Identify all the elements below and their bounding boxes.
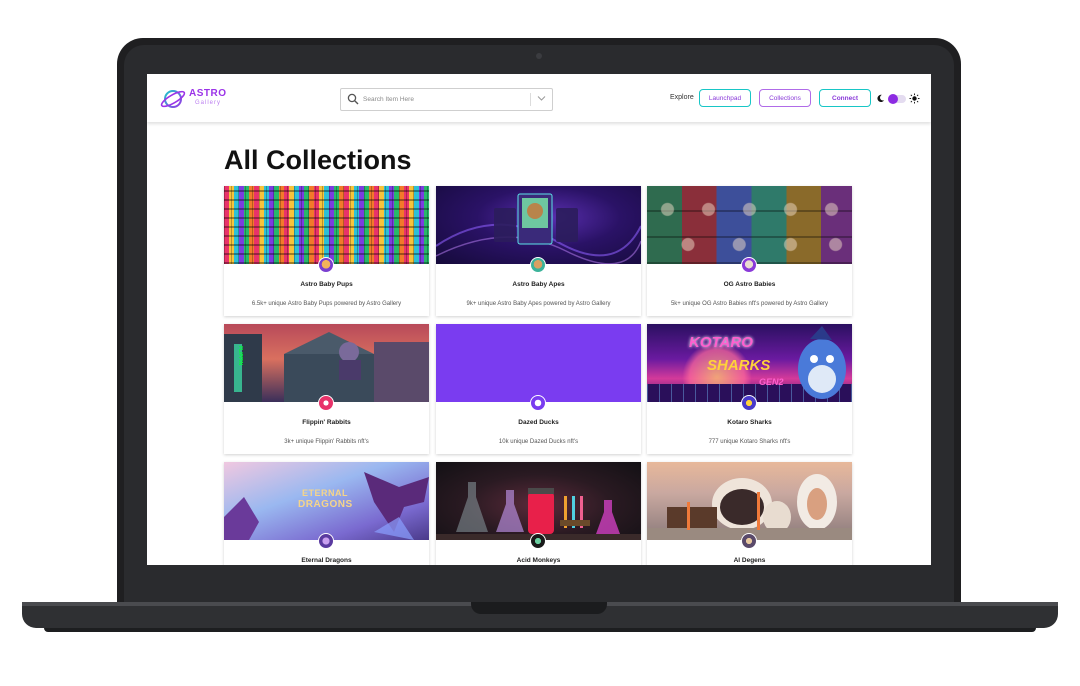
collection-card[interactable]: ETERNAL DRAGONS Eternal Dragons <box>224 462 429 565</box>
collection-banner-image <box>647 462 852 540</box>
collection-avatar <box>741 395 757 411</box>
sun-icon[interactable] <box>909 93 920 104</box>
astro-logo[interactable]: ASTRO Gallery <box>159 86 229 112</box>
collection-banner-image <box>436 186 641 264</box>
collection-banner-image: FLIPPIN <box>224 324 429 402</box>
planet-logo-icon <box>160 90 186 108</box>
laptop-notch <box>471 602 607 614</box>
collection-avatar <box>530 257 546 273</box>
collection-avatar <box>741 533 757 549</box>
collection-card[interactable]: OG Astro Babies 5k+ unique OG Astro Babi… <box>647 186 852 316</box>
collection-card[interactable]: AI Degens <box>647 462 852 565</box>
collection-name: Astro Baby Pups <box>300 281 353 288</box>
collection-name: Eternal Dragons <box>301 557 352 564</box>
rabbits-neon-sign: FLIPPIN <box>237 346 243 366</box>
search-box[interactable] <box>340 88 553 111</box>
collection-banner-image: ETERNAL DRAGONS <box>224 462 429 540</box>
collection-description: 5k+ unique OG Astro Babies nft's powered… <box>670 301 829 307</box>
search-input[interactable] <box>363 92 523 106</box>
moon-icon[interactable] <box>876 94 885 103</box>
collection-avatar <box>318 395 334 411</box>
logo-text: ASTRO <box>189 88 227 99</box>
collection-banner-image <box>436 324 641 402</box>
collection-banner-image <box>224 186 429 264</box>
collection-card[interactable]: Acid Monkeys <box>436 462 641 565</box>
collection-avatar <box>318 533 334 549</box>
collections-button[interactable]: Collections <box>759 89 811 107</box>
page-title: All Collections <box>224 145 412 175</box>
banner-title-line: ETERNAL <box>302 488 348 498</box>
chevron-down-icon[interactable] <box>537 95 546 102</box>
collection-card[interactable]: Astro Baby Apes 9k+ unique Astro Baby Ap… <box>436 186 641 316</box>
collection-name: AI Degens <box>733 557 766 564</box>
banner-title-line: DRAGONS <box>298 499 353 510</box>
collection-name: Flippin' Rabbits <box>302 419 351 426</box>
laptop-foot <box>44 628 1036 632</box>
collection-avatar <box>530 533 546 549</box>
search-icon <box>347 93 359 105</box>
collection-avatar <box>530 395 546 411</box>
collection-description: 3k+ unique Flippin' Rabbits nft's <box>284 439 369 445</box>
collection-banner-image: KOTARO SHARKS GEN2 <box>647 324 852 402</box>
banner-title-line: GEN2 <box>759 377 784 387</box>
collection-name: Acid Monkeys <box>516 557 561 564</box>
logo-subtext: Gallery <box>195 100 222 106</box>
collection-name: Kotaro Sharks <box>727 419 772 426</box>
collection-card[interactable]: Astro Baby Pups 6.5k+ unique Astro Baby … <box>224 186 429 316</box>
collection-banner-image <box>647 186 852 264</box>
collection-name: Dazed Ducks <box>518 419 559 426</box>
collection-card[interactable]: Dazed Ducks 10k unique Dazed Ducks nft's <box>436 324 641 454</box>
webcam <box>536 53 542 59</box>
collection-card[interactable]: KOTARO SHARKS GEN2 Kotaro Sharks 777 uni… <box>647 324 852 454</box>
launchpad-button[interactable]: Launchpad <box>699 89 751 107</box>
collection-description: 777 unique Kotaro Sharks nft's <box>708 439 791 445</box>
collection-avatar <box>318 257 334 273</box>
collection-banner-image <box>436 462 641 540</box>
banner-title-line: KOTARO <box>689 334 753 351</box>
browser-screen: ASTRO Gallery Explore Launchpad Collecti… <box>147 74 931 565</box>
collection-avatar <box>741 257 757 273</box>
collection-name: OG Astro Babies <box>723 281 776 288</box>
collection-description: 10k unique Dazed Ducks nft's <box>498 439 579 445</box>
collection-description: 9k+ unique Astro Baby Apes powered by As… <box>466 301 611 307</box>
connect-button[interactable]: Connect <box>819 89 871 107</box>
explore-link[interactable]: Explore <box>670 94 694 101</box>
theme-toggle[interactable] <box>888 94 906 104</box>
collection-card[interactable]: FLIPPIN Flippin' Rabbits 3k+ unique Flip… <box>224 324 429 454</box>
theme-toggle-knob <box>888 94 898 104</box>
banner-title-line: SHARKS <box>707 357 771 374</box>
top-navbar: ASTRO Gallery Explore Launchpad Collecti… <box>147 74 931 122</box>
search-divider <box>530 93 531 106</box>
collection-name: Astro Baby Apes <box>512 281 565 288</box>
collection-description: 6.5k+ unique Astro Baby Pups powered by … <box>251 301 402 307</box>
